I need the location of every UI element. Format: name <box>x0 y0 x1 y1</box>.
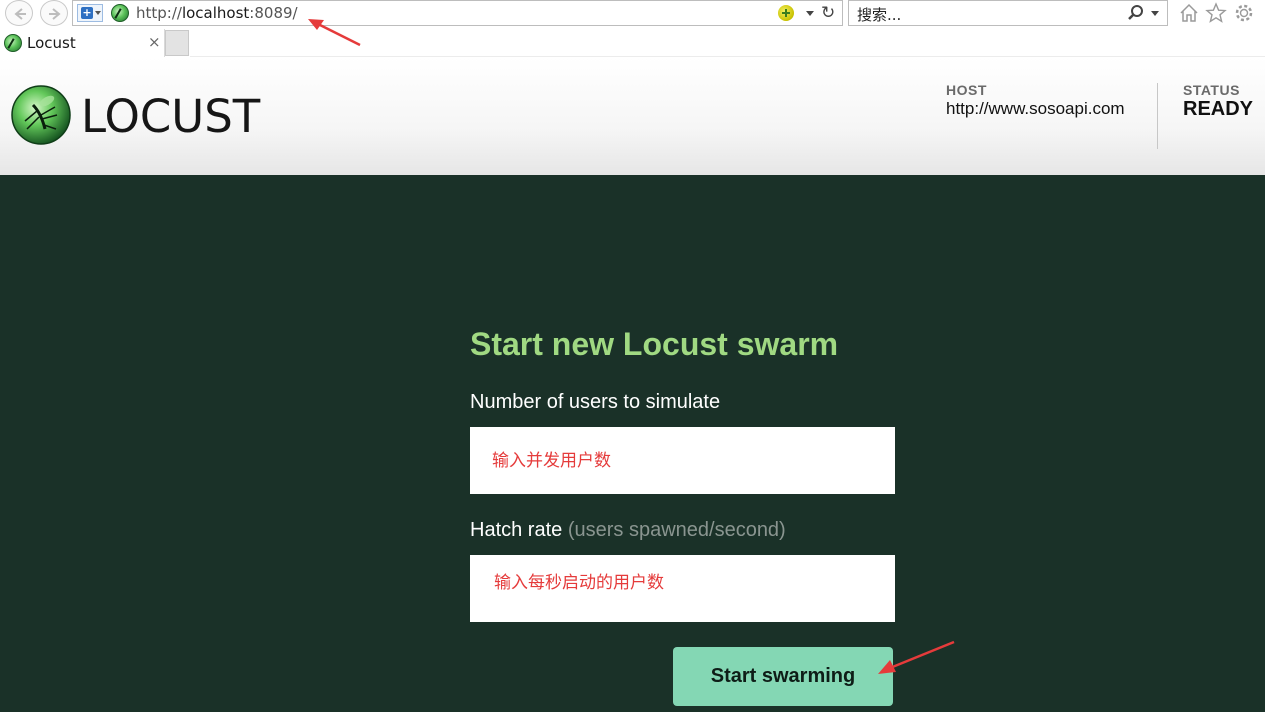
new-tab-button[interactable] <box>165 30 189 56</box>
host-value: http://www.sosoapi.com <box>946 99 1125 118</box>
address-dropdown-icon[interactable] <box>806 11 814 16</box>
site-header: LOCUST HOST http://www.sosoapi.com STATU… <box>0 57 1265 175</box>
hatch-rate-input[interactable]: 输入每秒启动的用户数 <box>470 555 895 622</box>
users-input[interactable]: 输入并发用户数 <box>470 427 895 494</box>
hatch-rate-annotation: 输入每秒启动的用户数 <box>494 573 664 593</box>
address-text[interactable]: http://localhost:8089/ <box>136 4 298 22</box>
status-label: STATUS <box>1183 82 1240 98</box>
back-button[interactable] <box>5 0 33 26</box>
tab-locust[interactable]: Locust × <box>0 29 165 57</box>
search-placeholder: 搜索... <box>857 6 902 24</box>
locust-favicon-icon <box>4 34 22 52</box>
forward-button[interactable] <box>40 0 68 26</box>
browser-chrome: + http://localhost:8089/ ↻ 搜索... Locust … <box>0 0 1265 57</box>
form-title: Start new Locust swarm <box>470 326 839 362</box>
hatch-rate-label: Hatch rate (users spawned/second) <box>470 519 786 541</box>
locust-logo-icon <box>11 85 71 145</box>
header-divider <box>1157 83 1158 149</box>
annotation-arrow-address <box>308 19 361 47</box>
search-dropdown-icon[interactable] <box>1151 11 1159 16</box>
hatch-rate-hint: (users spawned/second) <box>567 519 786 541</box>
locust-favicon-icon <box>111 4 129 22</box>
gear-icon[interactable] <box>1233 2 1255 24</box>
host-label: HOST <box>946 82 987 98</box>
shield-icon[interactable]: + <box>77 4 103 22</box>
back-icon <box>14 8 26 20</box>
home-icon[interactable] <box>1178 2 1200 24</box>
search-icon[interactable] <box>1127 4 1145 26</box>
address-bar[interactable]: + http://localhost:8089/ ↻ <box>72 0 843 26</box>
tab-label: Locust <box>27 34 76 52</box>
search-input[interactable]: 搜索... <box>848 0 1168 26</box>
annotation-arrow-button <box>878 640 955 674</box>
forward-icon <box>49 8 61 20</box>
swarm-panel: Start new Locust swarm Number of users t… <box>0 175 1265 712</box>
users-annotation: 输入并发用户数 <box>492 451 611 471</box>
compat-icon[interactable] <box>778 5 794 21</box>
status-value: READY <box>1183 98 1254 120</box>
refresh-icon[interactable]: ↻ <box>821 3 835 23</box>
logo-text: LOCUST <box>81 90 261 143</box>
close-icon[interactable]: × <box>148 33 161 51</box>
start-swarming-button[interactable]: Start swarming <box>673 647 893 706</box>
star-icon[interactable] <box>1205 2 1227 24</box>
users-label: Number of users to simulate <box>470 391 721 413</box>
